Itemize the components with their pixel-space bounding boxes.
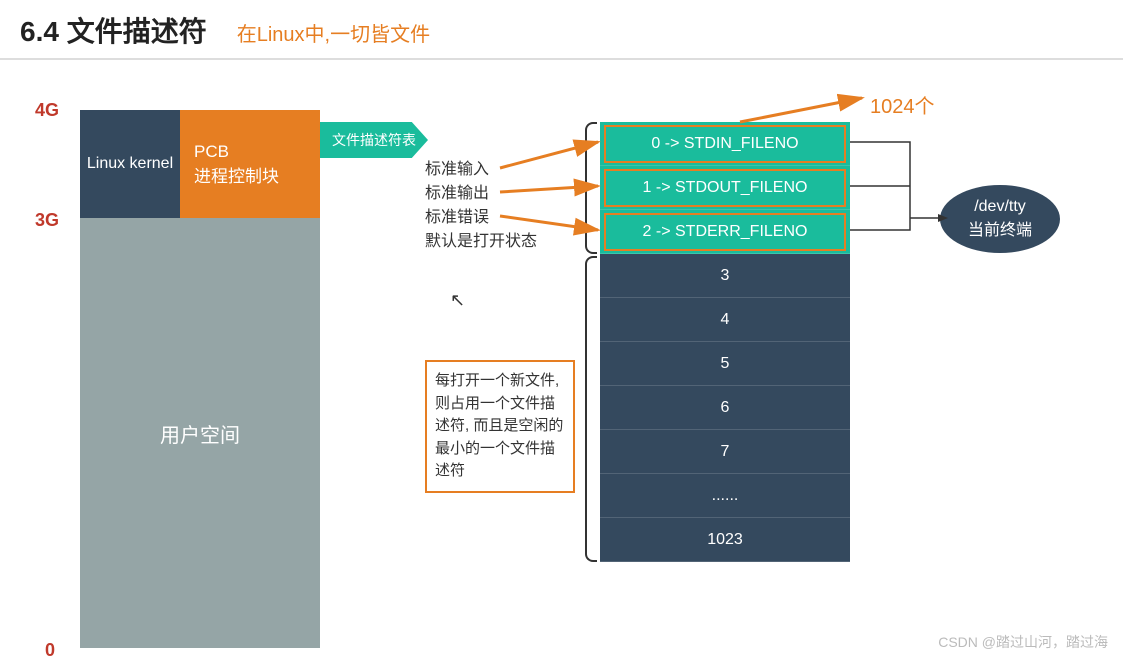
default-open-label: 默认是打开状态	[425, 230, 537, 254]
subtitle: 在Linux中,一切皆文件	[237, 18, 430, 47]
axis-4g: 4G	[35, 100, 59, 121]
axis-0: 0	[45, 640, 55, 661]
dev-tty: /dev/tty 当前终端	[940, 185, 1060, 253]
fd-row-0: 0 -> STDIN_FILENO	[600, 122, 850, 166]
brace-bottom	[585, 256, 597, 562]
fd-row-3: 3	[600, 254, 850, 298]
fd-row-1023: 1023	[600, 518, 850, 562]
watermark: CSDN @踏过山河，踏过海	[938, 632, 1108, 652]
fd-row-6: 6	[600, 386, 850, 430]
cursor-icon: ↖	[450, 290, 465, 311]
kernel-row: Linux kernel PCB 进程控制块	[80, 110, 320, 218]
pcb-sub: 进程控制块	[194, 162, 279, 187]
fd-row-2: 2 -> STDERR_FILENO	[600, 210, 850, 254]
memory-block: Linux kernel PCB 进程控制块 用户空间	[80, 110, 320, 648]
section-title: 6.4 文件描述符	[20, 10, 207, 50]
fd-row-dots: ......	[600, 474, 850, 518]
stdout-label: 标准输出	[425, 182, 537, 206]
stdin-label: 标准输入	[425, 158, 537, 182]
diagram-content: 4G 3G 0 Linux kernel PCB 进程控制块 用户空间 文件描述…	[0, 60, 1123, 660]
user-space: 用户空间	[80, 218, 320, 648]
pcb-box: PCB 进程控制块	[180, 110, 320, 218]
count-label: 1024个	[870, 90, 935, 119]
fd-row-4: 4	[600, 298, 850, 342]
std-labels: 标准输入 标准输出 标准错误 默认是打开状态	[425, 158, 537, 254]
dev-tty-path: /dev/tty	[974, 198, 1026, 216]
dev-tty-desc: 当前终端	[968, 216, 1032, 240]
fd-row-7: 7	[600, 430, 850, 474]
fd-row-5: 5	[600, 342, 850, 386]
pcb-title: PCB	[194, 142, 229, 162]
kernel-label: Linux kernel	[80, 110, 180, 218]
fd-row-1: 1 -> STDOUT_FILENO	[600, 166, 850, 210]
brace-top	[585, 122, 597, 254]
axis-3g: 3G	[35, 210, 59, 231]
fd-table-arrow: 文件描述符表	[320, 122, 428, 158]
header: 6.4 文件描述符 在Linux中,一切皆文件	[0, 0, 1123, 60]
note-box: 每打开一个新文件, 则占用一个文件描述符, 而且是空闲的最小的一个文件描述符	[425, 360, 575, 493]
stderr-label: 标准错误	[425, 206, 537, 230]
fd-table: 0 -> STDIN_FILENO 1 -> STDOUT_FILENO 2 -…	[600, 122, 850, 562]
